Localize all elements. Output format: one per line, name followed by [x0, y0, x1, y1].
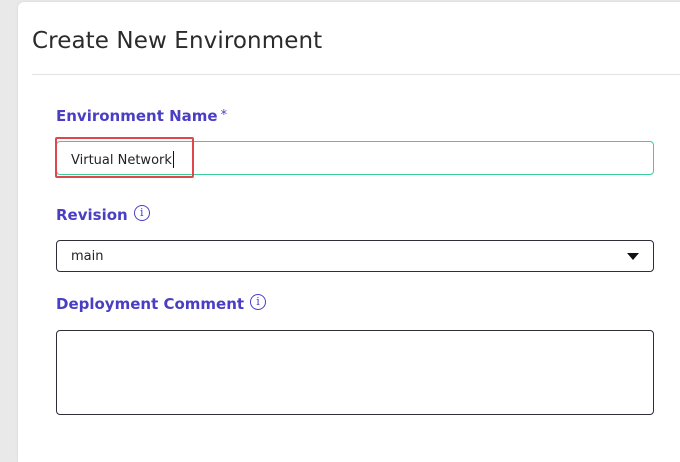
- revision-select[interactable]: main: [56, 240, 654, 272]
- revision-selected-value: main: [71, 249, 104, 264]
- info-circle-icon[interactable]: i: [250, 294, 267, 310]
- revision-label: Revision i: [56, 205, 150, 224]
- dialog-title: Create New Environment: [32, 28, 323, 54]
- text-caret: [172, 151, 175, 168]
- deployment-comment-label: Deployment Comment i: [56, 294, 267, 313]
- required-marker: *: [220, 108, 228, 123]
- deployment-comment-textarea[interactable]: [56, 330, 654, 415]
- environment-name-value-wrap: Virtual Network: [71, 151, 175, 168]
- environment-name-value: Virtual Network: [71, 153, 172, 168]
- environment-name-label-text: Environment Name: [56, 107, 218, 125]
- environment-name-input[interactable]: Virtual Network: [56, 141, 654, 175]
- dropdown-arrow-icon: [627, 253, 639, 260]
- create-environment-dialog: Create New Environment Environment Name *…: [18, 2, 680, 462]
- environment-name-label: Environment Name *: [56, 107, 227, 125]
- deployment-comment-label-text: Deployment Comment: [56, 295, 245, 313]
- info-circle-icon[interactable]: i: [133, 205, 150, 221]
- revision-label-text: Revision: [56, 206, 128, 224]
- title-divider: [32, 74, 680, 75]
